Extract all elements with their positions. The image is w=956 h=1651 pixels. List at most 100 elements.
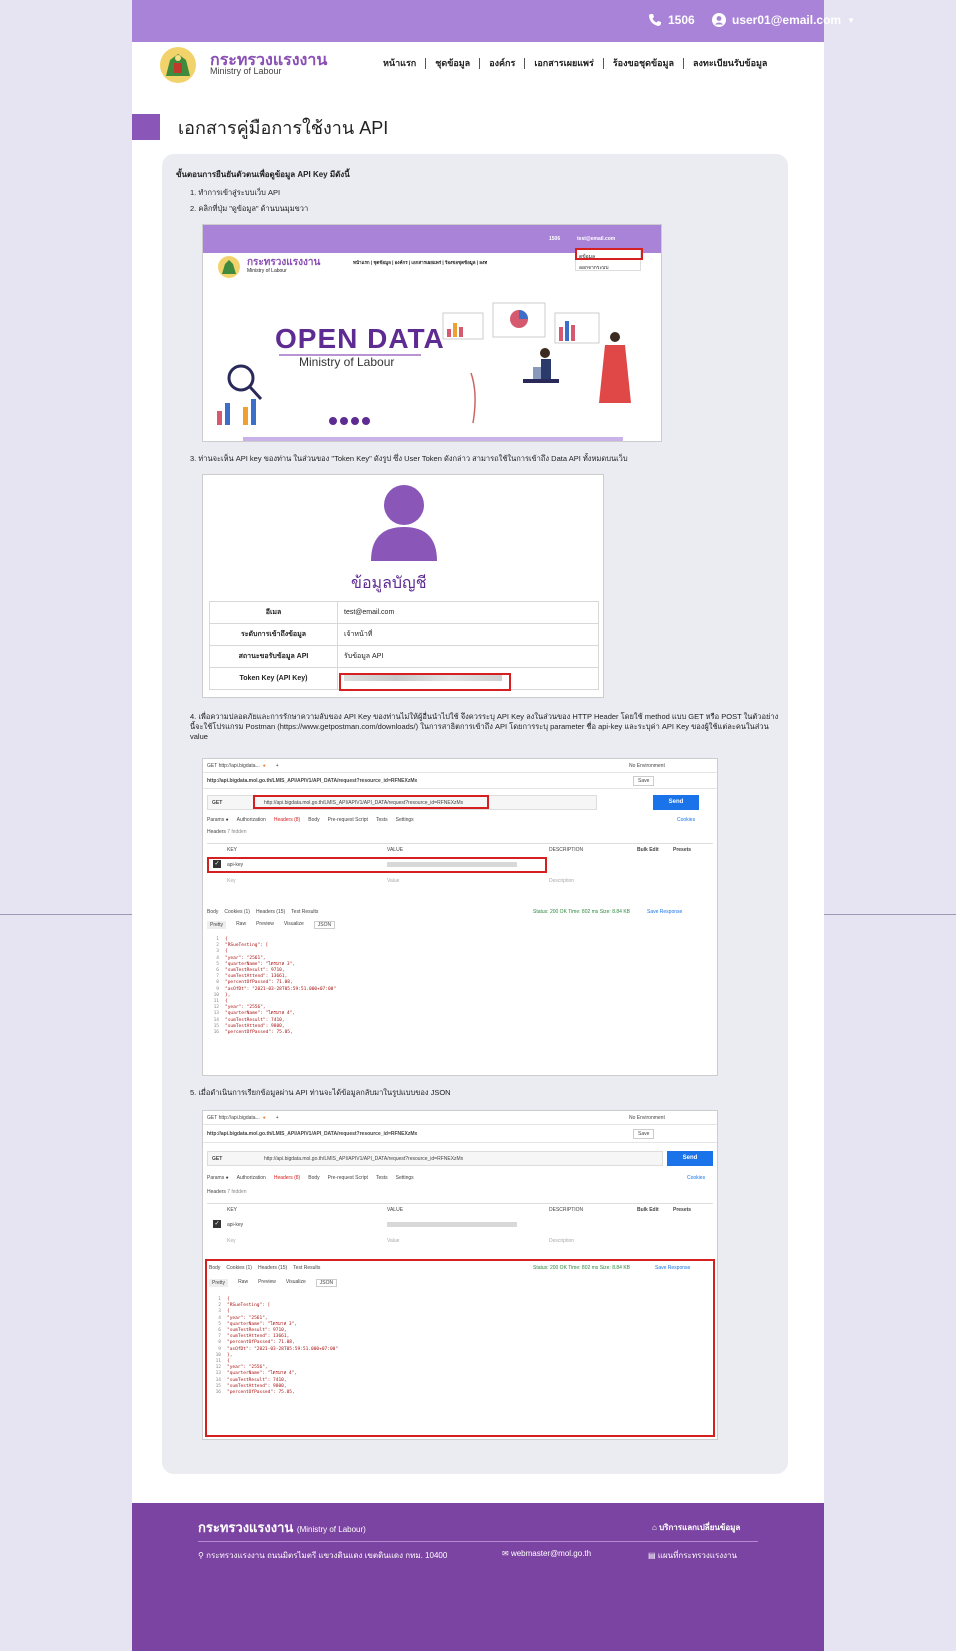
user-email: user01@email.com <box>732 13 842 27</box>
footer-service-link[interactable]: ⌂ บริการแลกเปลี่ยนข้อมูล <box>652 1521 740 1534</box>
highlight-view-menu <box>575 248 643 260</box>
pm1-value-ph: Value <box>387 878 400 884</box>
postman-response-screenshot: GET http://api.bigdata... ● + No Environmen… <box>202 1110 718 1440</box>
pm1-resp-tabs: Body Cookies (1) Headers (15) Test Results <box>207 909 318 915</box>
pm1-view-visualize[interactable]: Visualize <box>284 921 304 929</box>
pm1-tab-params[interactable]: Params ● <box>207 817 229 823</box>
account-value: รับข้อมูล API <box>337 645 599 668</box>
top-bar: 1506 user01@email.com ▼ <box>132 0 855 42</box>
account-title: ข้อมูลบัญชี <box>351 575 427 592</box>
step-3: 3. ท่านจะเห็น API key ของท่าน ในส่วนของ … <box>190 454 628 463</box>
nav-request-dataset[interactable]: ร้องขอชุดข้อมูล <box>602 58 683 69</box>
account-key: อีเมล <box>209 601 338 624</box>
pm1-tab-auth[interactable]: Authorization <box>237 817 266 823</box>
pm1-resp-body[interactable]: Body <box>207 909 218 915</box>
pm2-col-desc: DESCRIPTION <box>549 1207 584 1213</box>
pm2-cookies[interactable]: Cookies <box>687 1175 705 1181</box>
nav-register[interactable]: ลงทะเบียนรับข้อมูล <box>682 58 776 69</box>
account-row: อีเมล test@email.com <box>209 601 599 624</box>
pm2-headers-text: Headers <box>207 1189 226 1195</box>
pm2-tab-headers[interactable]: Headers (8) <box>274 1175 300 1181</box>
pm2-tab-tests[interactable]: Tests <box>376 1175 388 1181</box>
footer-email-text: webmaster@mol.go.th <box>510 1549 592 1558</box>
code-line: "asOfDt": "2021-03-28T05:59:51.000+07:00… <box>225 986 337 992</box>
pm1-col-key: KEY <box>227 847 238 853</box>
pm2-titlebar: http://api.bigdata.mol.go.th/LMIS_API/AP… <box>203 1125 717 1143</box>
footer-map-link[interactable]: ▤ แผนที่กระทรวงแรงงาน <box>648 1549 737 1562</box>
nav-datasets[interactable]: ชุดข้อมูล <box>425 58 479 69</box>
pm2-desc-ph: Description <box>549 1238 575 1244</box>
account-key: Token Key (API Key) <box>209 667 338 690</box>
pm1-desc-ph: Description <box>549 878 575 884</box>
shot1-menu-logout: ออกจากระบบ <box>579 265 609 271</box>
brand-subtitle: Ministry of Labour <box>210 66 282 76</box>
footer-divider <box>198 1541 758 1542</box>
pm2-presets[interactable]: Presets <box>673 1207 691 1213</box>
user-menu[interactable]: user01@email.com ▼ <box>712 13 855 27</box>
pm1-save-response[interactable]: Save Response <box>647 909 682 915</box>
pm2-hidden: 7 hidden <box>227 1189 247 1195</box>
pm1-presets[interactable]: Presets <box>673 847 691 853</box>
guide-card: ขั้นตอนการยืนยันตัวตนเพื่อดูข้อมูล API K… <box>162 154 788 1474</box>
highlight-token <box>339 673 511 691</box>
pm2-tab-params[interactable]: Params ● <box>207 1175 229 1181</box>
pm1-send-button[interactable]: Send <box>653 795 699 810</box>
highlight-url <box>253 795 489 809</box>
shot1-user: test@email.com <box>577 236 616 242</box>
chevron-down-icon: ▼ <box>847 15 856 25</box>
nav-publications[interactable]: เอกสารเผยแพร่ <box>524 58 603 69</box>
pm2-col-value: VALUE <box>387 1207 404 1213</box>
hotline[interactable]: 1506 <box>648 13 695 27</box>
pm1-col-value: VALUE <box>387 847 404 853</box>
checkbox-icon[interactable]: ✓ <box>213 1220 221 1228</box>
code-line: "percentOfPassed": 75.05, <box>225 1030 293 1036</box>
pm2-tab-auth[interactable]: Authorization <box>237 1175 266 1181</box>
pm2-bulk-edit[interactable]: Bulk Edit <box>637 1207 659 1213</box>
map-icon: ▤ <box>648 1551 656 1560</box>
screenshot-account: ข้อมูลบัญชี อีเมล test@email.com ระดับการ… <box>202 474 604 698</box>
pm2-env: No Environment <box>629 1114 665 1121</box>
pm1-tab-prereq[interactable]: Pre-request Script <box>328 817 368 823</box>
highlight-response <box>205 1259 715 1437</box>
guide-heading: ขั้นตอนการยืนยันตัวตนเพื่อดูข้อมูล API K… <box>176 170 350 179</box>
footer-title-th: กระทรวงแรงงาน <box>198 1520 294 1535</box>
title-accent-block <box>132 114 160 140</box>
nav-organization[interactable]: องค์กร <box>479 58 524 69</box>
pm2-tab-prereq[interactable]: Pre-request Script <box>328 1175 368 1181</box>
pm1-tab-headers[interactable]: Headers (8) <box>274 817 300 823</box>
pm2-tab-settings[interactable]: Settings <box>396 1175 414 1181</box>
account-row: สถานะขอรับข้อมูล API รับข้อมูล API <box>209 645 599 668</box>
pm1-view-preview[interactable]: Preview <box>256 921 274 929</box>
pm2-key-ph: Key <box>227 1238 236 1244</box>
account-row: ระดับการเข้าถึงข้อมูล เจ้าหน้าที่ <box>209 623 599 646</box>
account-value: เจ้าหน้าที่ <box>337 623 599 646</box>
screenshot-homepage: 1506 test@email.com กระทรวงแรงงาน Minist… <box>202 224 662 442</box>
pm1-view-pretty[interactable]: Pretty <box>207 921 227 929</box>
pm2-tab-body[interactable]: Body <box>308 1175 319 1181</box>
pm1-json-body: { "RSueTesting": [ { "year": "2561", "qu… <box>225 937 336 1036</box>
pm1-resp-headers[interactable]: Headers (15) <box>256 909 285 915</box>
pm1-titlebar: http://api.bigdata.mol.go.th/LMIS_API/AP… <box>203 773 717 789</box>
pm1-view-json[interactable]: JSON <box>313 921 336 929</box>
footer-email[interactable]: ✉ webmaster@mol.go.th <box>502 1549 591 1558</box>
step-4: 4. เพื่อความปลอดภัยและการรักษาความลับของ… <box>190 712 779 741</box>
pm1-resp-cookies[interactable]: Cookies (1) <box>224 909 250 915</box>
pm1-tab-settings[interactable]: Settings <box>396 817 414 823</box>
ministry-logo[interactable] <box>158 46 198 84</box>
pm1-resp-tests[interactable]: Test Results <box>291 909 318 915</box>
pm1-env: No Environment <box>629 762 665 769</box>
footer-title: กระทรวงแรงงาน (Ministry of Labour) <box>198 1517 366 1538</box>
step-5: 5. เมื่อดำเนินการเรียกข้อมูลผ่าน API ท่า… <box>190 1088 451 1097</box>
hero-illustration <box>217 302 631 425</box>
pm1-col-desc: DESCRIPTION <box>549 847 584 853</box>
pm1-tab-tests[interactable]: Tests <box>376 817 388 823</box>
pm1-headers-text: Headers <box>207 829 226 835</box>
pm1-tab-body[interactable]: Body <box>308 817 319 823</box>
pm2-col-key: KEY <box>227 1207 238 1213</box>
hotline-number: 1506 <box>668 13 695 27</box>
pm1-bulk-edit[interactable]: Bulk Edit <box>637 847 659 853</box>
pm1-view-raw[interactable]: Raw <box>236 921 246 929</box>
nav-home[interactable]: หน้าแรก <box>374 58 425 69</box>
pm1-cookies[interactable]: Cookies <box>677 817 695 823</box>
pm2-send-button[interactable]: Send <box>667 1151 713 1166</box>
